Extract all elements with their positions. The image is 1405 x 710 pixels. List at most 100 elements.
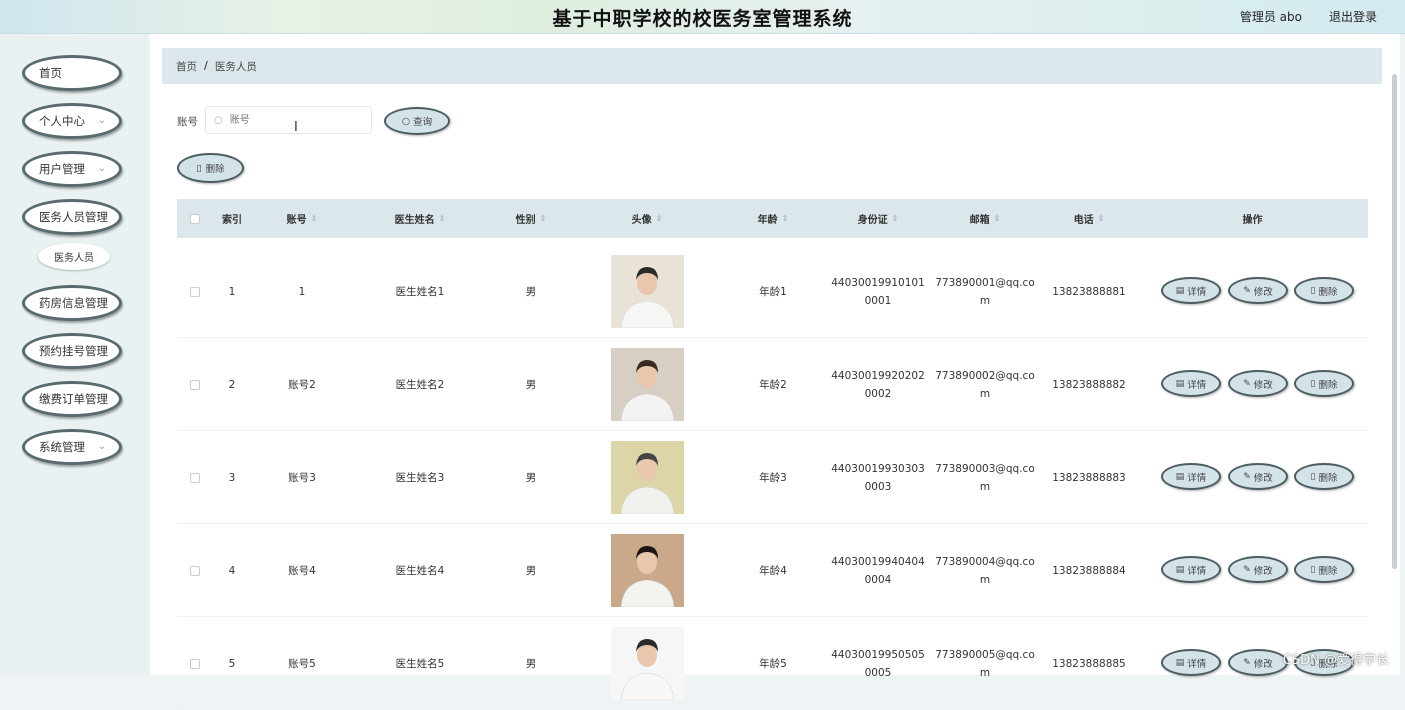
column-header-label: 电话 [1073, 215, 1094, 226]
edit-button[interactable]: ✎ 修改 [1228, 556, 1288, 583]
sort-icon[interactable]: ⇕ [540, 214, 547, 223]
cell-account: 账号5 [288, 657, 316, 670]
sidebar-item-home[interactable]: 首页 [22, 55, 122, 91]
cell-account: 账号4 [288, 564, 316, 577]
cell-age: 年龄3 [759, 471, 787, 484]
delete-button-label: 删除 [1318, 472, 1338, 484]
column-header-label: 头像 [631, 215, 652, 226]
select-all-checkbox[interactable] [190, 213, 200, 224]
detail-button[interactable]: ▤ 详情 [1161, 277, 1221, 304]
cell-index: 4 [228, 564, 236, 577]
detail-button-label: 详情 [1187, 658, 1207, 670]
detail-button[interactable]: ▤ 详情 [1161, 463, 1221, 490]
edit-button-label: 修改 [1253, 286, 1273, 298]
batch-delete-button[interactable]: ▯ 删除 [177, 153, 244, 183]
column-header-id-card[interactable]: 身份证 ⇕ [827, 199, 929, 238]
sort-icon[interactable]: ⇕ [1098, 214, 1105, 223]
detail-button-label: 详情 [1187, 379, 1207, 391]
cell-gender: 男 [525, 657, 537, 670]
sort-icon[interactable]: ⇕ [439, 214, 446, 223]
delete-button[interactable]: ▯ 删除 [1294, 463, 1354, 490]
detail-button[interactable]: ▤ 详情 [1161, 649, 1221, 676]
cell-index: 3 [228, 471, 236, 484]
sort-icon[interactable]: ⇕ [656, 214, 663, 223]
sidebar-item-pharmacy-management[interactable]: 药房信息管理 [22, 285, 122, 321]
cell-age: 年龄2 [759, 378, 787, 391]
row-checkbox[interactable] [190, 658, 200, 669]
delete-button[interactable]: ▯ 删除 [1294, 556, 1354, 583]
column-header-account[interactable]: 账号 ⇕ [251, 199, 353, 238]
cell-email: 773890003@qq.com [935, 462, 1035, 493]
column-header-label: 性别 [515, 215, 536, 226]
search-button-label: 查询 [413, 117, 433, 128]
search-icon: ○ [401, 115, 411, 127]
sort-icon[interactable]: ⇕ [994, 214, 1001, 223]
cell-index: 1 [228, 285, 236, 298]
edit-button[interactable]: ✎ 修改 [1228, 649, 1288, 676]
cell-phone: 13823888881 [1052, 285, 1126, 298]
delete-button[interactable]: ▯ 删除 [1294, 277, 1354, 304]
cell-id-card: 440300199404040004 [831, 555, 925, 586]
edit-button-label: 修改 [1253, 565, 1273, 577]
cell-doctor-name: 医生姓名4 [395, 564, 445, 577]
detail-button[interactable]: ▤ 详情 [1161, 370, 1221, 397]
column-header-phone[interactable]: 电话 ⇕ [1041, 199, 1137, 238]
column-header-email[interactable]: 邮箱 ⇕ [929, 199, 1041, 238]
edit-button[interactable]: ✎ 修改 [1228, 463, 1288, 490]
sidebar-subitem-medical-staff[interactable]: 医务人员 [38, 243, 110, 270]
sidebar-item-appointment-management[interactable]: 预约挂号管理 [22, 333, 122, 369]
cell-avatar [575, 338, 719, 431]
column-header-doctor-name[interactable]: 医生姓名 ⇕ [353, 199, 487, 238]
table-row: 1 1 医生姓名1 男 年龄1 440300199101010001 773890001@q… [177, 245, 1368, 338]
column-header-avatar[interactable]: 头像 ⇕ [575, 199, 719, 238]
trash-icon: ▯ [1310, 378, 1316, 389]
edit-button[interactable]: ✎ 修改 [1228, 370, 1288, 397]
sidebar-item-user-management[interactable]: 用户管理 ⌄ [22, 151, 122, 187]
doctor-avatar-image [610, 255, 684, 328]
row-checkbox[interactable] [190, 565, 200, 576]
pencil-icon: ✎ [1243, 378, 1251, 389]
sort-icon[interactable]: ⇕ [892, 214, 899, 223]
row-checkbox[interactable] [190, 472, 200, 483]
column-header-gender[interactable]: 性别 ⇕ [487, 199, 575, 238]
column-header-index: 索引 [213, 199, 251, 238]
delete-button-label: 删除 [1318, 379, 1338, 391]
trash-icon: ▯ [1310, 471, 1316, 482]
document-icon: ▤ [1175, 564, 1185, 575]
column-header-age[interactable]: 年龄 ⇕ [719, 199, 827, 238]
chevron-down-icon: ⌄ [97, 163, 106, 174]
edit-button-label: 修改 [1253, 658, 1273, 670]
sidebar-item-label: 缴费订单管理 [39, 392, 108, 406]
sidebar-item-medical-staff-management[interactable]: 医务人员管理 [22, 199, 122, 235]
cell-age: 年龄1 [759, 285, 787, 298]
sidebar-item-system-management[interactable]: 系统管理 ⌄ [22, 429, 122, 465]
delete-button-label: 删除 [1318, 565, 1338, 577]
delete-button[interactable]: ▯ 删除 [1294, 370, 1354, 397]
cell-phone: 13823888883 [1052, 471, 1126, 484]
logout-link[interactable]: 退出登录 [1329, 8, 1377, 25]
vertical-scrollbar[interactable] [1392, 74, 1397, 569]
cell-phone: 13823888885 [1052, 657, 1126, 670]
search-field[interactable]: ○ [205, 106, 372, 134]
sidebar-item-personal-center[interactable]: 个人中心 ⌄ [22, 103, 122, 139]
sort-icon[interactable]: ⇕ [311, 214, 318, 223]
search-button[interactable]: ○ 查询 [384, 107, 450, 135]
delete-button-label: 删除 [205, 164, 225, 175]
sidebar-item-payment-management[interactable]: 缴费订单管理 [22, 381, 122, 417]
row-checkbox[interactable] [190, 379, 200, 390]
trash-icon: ▯ [1310, 285, 1316, 296]
column-header-label: 医生姓名 [394, 215, 435, 226]
breadcrumb-home[interactable]: 首页 [176, 59, 197, 74]
edit-button-label: 修改 [1253, 379, 1273, 391]
cell-age: 年龄4 [759, 564, 787, 577]
app-title: 基于中职学校的校医务室管理系统 [552, 8, 853, 30]
trash-icon: ▯ [1310, 564, 1316, 575]
detail-button[interactable]: ▤ 详情 [1161, 556, 1221, 583]
table-row: 2 账号2 医生姓名2 男 年龄2 440300199202020002 773890002… [177, 338, 1368, 431]
edit-button[interactable]: ✎ 修改 [1228, 277, 1288, 304]
sort-icon[interactable]: ⇕ [782, 214, 789, 223]
pencil-icon: ✎ [1243, 564, 1251, 575]
row-checkbox[interactable] [190, 286, 200, 297]
document-icon: ▤ [1175, 285, 1185, 296]
search-input[interactable] [227, 113, 352, 127]
